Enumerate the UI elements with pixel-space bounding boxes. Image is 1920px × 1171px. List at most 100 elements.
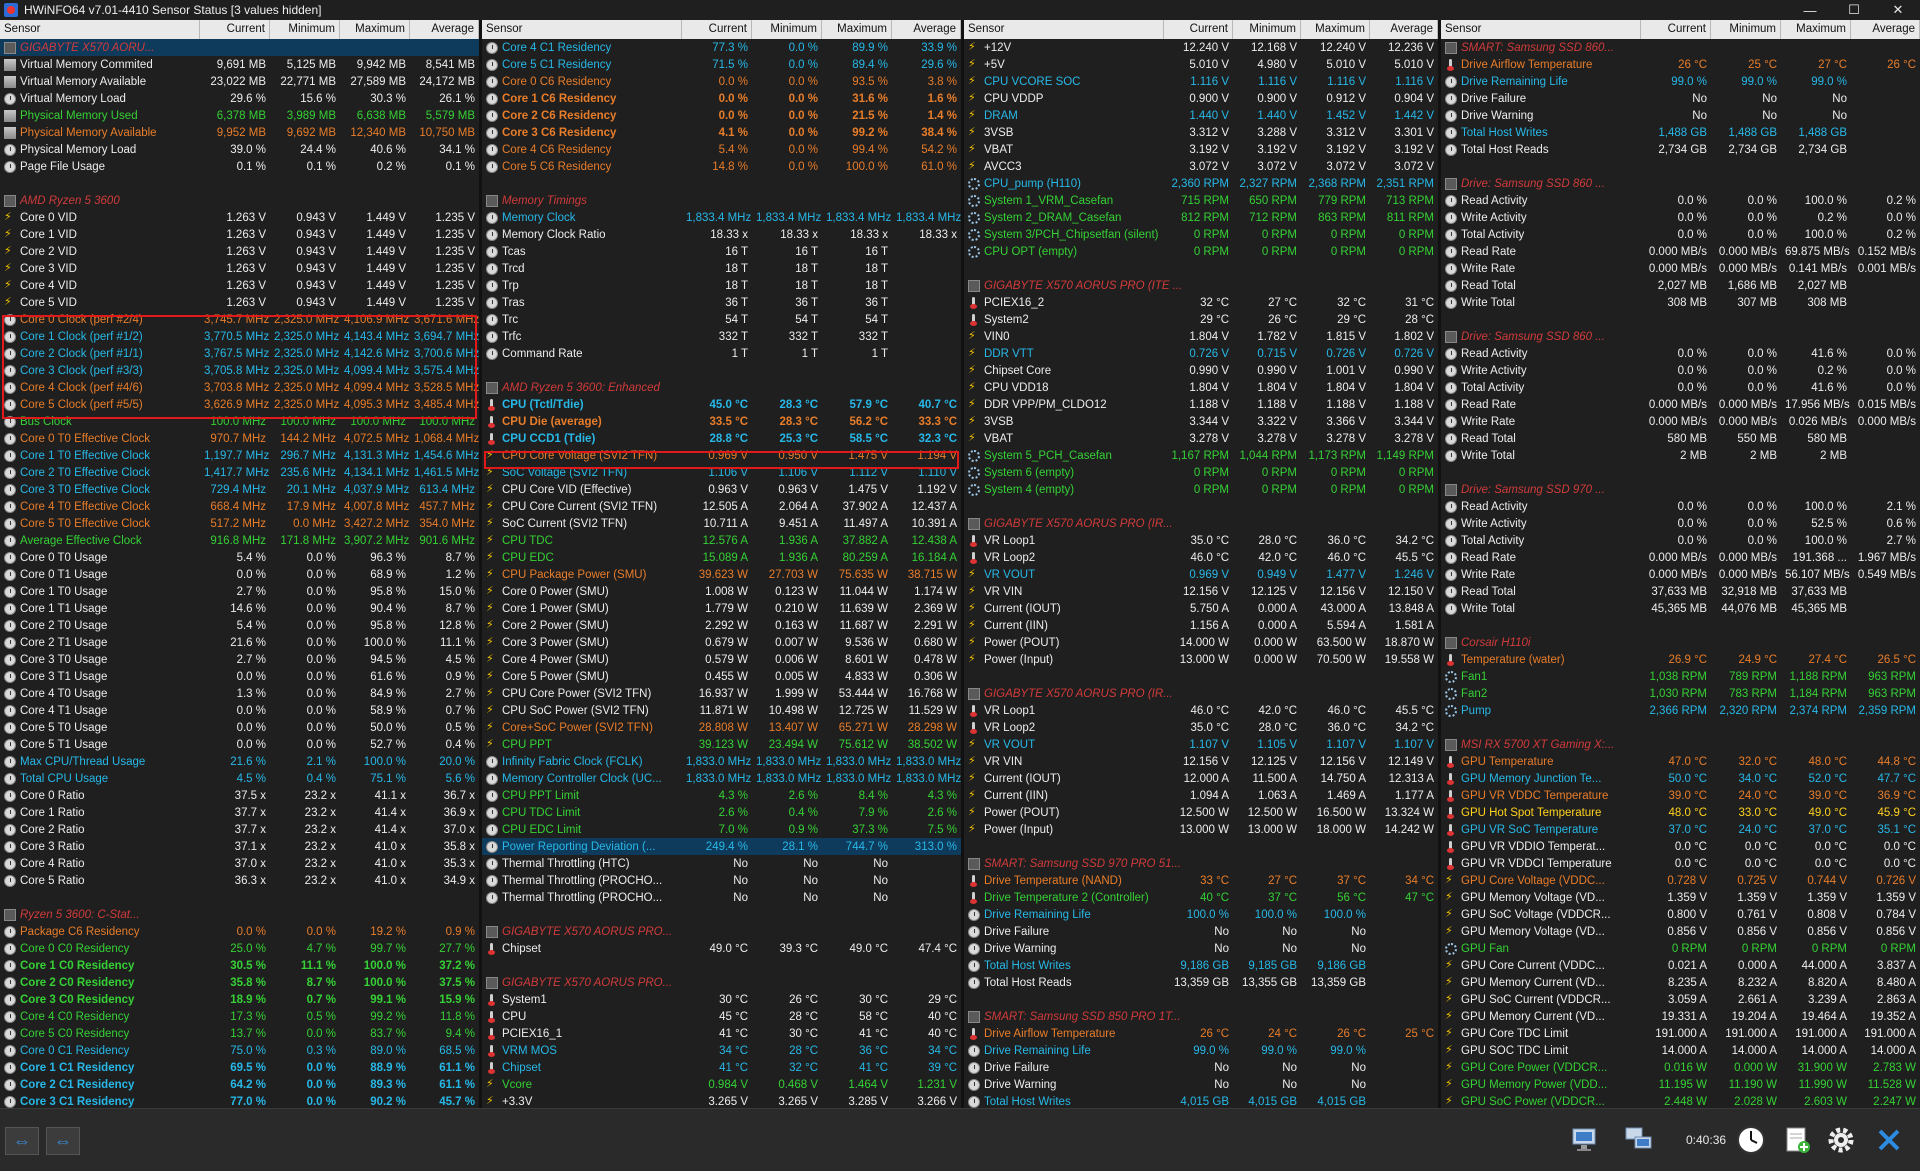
sensor-row[interactable]: System 6 (empty) 0 RPM 0 RPM 0 RPM 0 RPM bbox=[964, 464, 1438, 481]
header-maximum[interactable]: Maximum bbox=[340, 20, 410, 39]
sensor-row[interactable]: Core 4 Ratio 37.0 x 23.2 x 41.0 x 35.3 x bbox=[0, 855, 479, 872]
sensor-row[interactable]: Core 1 Ratio 37.7 x 23.2 x 41.4 x 36.9 x bbox=[0, 804, 479, 821]
sensor-row[interactable]: Power Reporting Deviation (... 249.4 % 28.… bbox=[482, 838, 961, 855]
sensor-row[interactable]: Core 3 C6 Residency 4.1 % 0.0 % 99.2 % 38.4 … bbox=[482, 124, 961, 141]
sensor-row[interactable]: CPU Package Power (SMU)39.623 W27.703 W7… bbox=[482, 566, 961, 583]
sensor-row[interactable]: Core 0 C6 Residency 0.0 % 0.0 % 93.5 % 3.8 % bbox=[482, 73, 961, 90]
clock-button[interactable] bbox=[1733, 1123, 1769, 1157]
sensor-row[interactable]: CPU 45 °C 28 °C 58 °C 40 °C bbox=[482, 1008, 961, 1025]
sensor-row[interactable]: 3VSB3.312 V3.288 V3.312 V3.301 V bbox=[964, 124, 1438, 141]
sensor-row[interactable]: GPU Memory Voltage (VD...1.359 V1.359 V1… bbox=[1441, 889, 1920, 906]
sensor-row[interactable]: +12V12.240 V12.168 V12.240 V12.236 V bbox=[964, 39, 1438, 56]
sensor-row[interactable]: Drive Temperature 2 (Controller) 40 °C 37 … bbox=[964, 889, 1438, 906]
header-minimum[interactable]: Minimum bbox=[752, 20, 822, 39]
sensor-row[interactable]: Core 3 C0 Residency 18.9 % 0.7 % 99.1 % 15.9… bbox=[0, 991, 479, 1008]
sensor-row[interactable]: System 1_VRM_Casefan 715 RPM 650 RPM 779 RP… bbox=[964, 192, 1438, 209]
sensor-row[interactable]: Core 4 VID1.263 V0.943 V1.449 V1.235 V bbox=[0, 277, 479, 294]
sensor-row[interactable]: Write Activity 0.0 % 0.0 % 0.2 % 0.0 % bbox=[1441, 362, 1920, 379]
minimize-button[interactable]: — bbox=[1788, 0, 1832, 20]
sensor-row[interactable]: GPU SoC Power (VDDCR...2.448 W2.028 W2.6… bbox=[1441, 1093, 1920, 1108]
sensor-row[interactable]: Core 2 T0 Effective Clock 1,417.7 MHz 235.… bbox=[0, 464, 479, 481]
sensor-row[interactable]: Core 3 VID1.263 V0.943 V1.449 V1.235 V bbox=[0, 260, 479, 277]
sensor-group-header[interactable]: GIGABYTE X570 AORUS PRO... bbox=[482, 923, 961, 940]
sensor-row[interactable]: Core 0 VID1.263 V0.943 V1.449 V1.235 V bbox=[0, 209, 479, 226]
sensor-row[interactable]: Drive Warning No No No bbox=[964, 940, 1438, 957]
sensor-row[interactable]: GPU Core Power (VDDCR...0.016 W0.000 W31… bbox=[1441, 1059, 1920, 1076]
sensor-row[interactable]: Core 5 Clock (perf #5/5) 3,626.9 MHz 2,325… bbox=[0, 396, 479, 413]
sensor-row[interactable]: VBAT3.278 V3.278 V3.278 V3.278 V bbox=[964, 430, 1438, 447]
sensor-row[interactable]: AVCC33.072 V3.072 V3.072 V3.072 V bbox=[964, 158, 1438, 175]
sensor-row[interactable]: Drive Failure No No No bbox=[1441, 90, 1920, 107]
sensor-row[interactable]: Total Activity 0.0 % 0.0 % 41.6 % 0.0 % bbox=[1441, 379, 1920, 396]
close-button[interactable]: ✕ bbox=[1876, 0, 1920, 20]
sensor-row[interactable]: Core 4 T0 Usage 1.3 % 0.0 % 84.9 % 2.7 % bbox=[0, 685, 479, 702]
sensor-row[interactable]: Core 1 VID1.263 V0.943 V1.449 V1.235 V bbox=[0, 226, 479, 243]
sensor-row[interactable]: VIN01.804 V1.782 V1.815 V1.802 V bbox=[964, 328, 1438, 345]
sensor-row[interactable]: Thermal Throttling (PROCHO... No No No bbox=[482, 889, 961, 906]
sensor-group-header[interactable]: AMD Ryzen 5 3600 bbox=[0, 192, 479, 209]
sensor-row[interactable]: Power (POUT)12.500 W12.500 W16.500 W13.3… bbox=[964, 804, 1438, 821]
sensor-group-header[interactable]: GIGABYTE X570 AORUS PRO (IR... bbox=[964, 685, 1438, 702]
sensor-row[interactable]: Core 3 T1 Usage 0.0 % 0.0 % 61.6 % 0.9 % bbox=[0, 668, 479, 685]
sensor-group-header[interactable]: SMART: Samsung SSD 860... bbox=[1441, 39, 1920, 56]
sensor-group-header[interactable]: Drive: Samsung SSD 860 ... bbox=[1441, 175, 1920, 192]
sensor-row[interactable]: Core 4 Power (SMU)0.579 W0.006 W8.601 W0… bbox=[482, 651, 961, 668]
header-current[interactable]: Current bbox=[1164, 20, 1233, 39]
sensor-row[interactable]: Total Activity 0.0 % 0.0 % 100.0 % 2.7 % bbox=[1441, 532, 1920, 549]
sensor-row[interactable]: Memory Clock 1,833.4 MHz 1,833.4 MHz 1,833.… bbox=[482, 209, 961, 226]
sensor-row[interactable]: Trfc 332 T 332 T 332 T bbox=[482, 328, 961, 345]
sensor-row[interactable]: Core 1 T0 Usage 2.7 % 0.0 % 95.8 % 15.0 % bbox=[0, 583, 479, 600]
sensor-row[interactable]: System 4 (empty) 0 RPM 0 RPM 0 RPM 0 RPM bbox=[964, 481, 1438, 498]
sensor-row[interactable]: DDR VPP/PM_CLDO121.188 V1.188 V1.188 V1.… bbox=[964, 396, 1438, 413]
sensor-row[interactable]: Write Rate 0.000 MB/s 0.000 MB/s 0.026 MB/s… bbox=[1441, 413, 1920, 430]
sensor-panel-1[interactable]: Sensor Current Minimum Maximum Average GIGABY… bbox=[0, 20, 479, 1108]
sensor-row[interactable]: Virtual Memory Available 23,022 MB 22,771 … bbox=[0, 73, 479, 90]
sensor-row[interactable]: Drive Warning No No No bbox=[1441, 107, 1920, 124]
sensor-group-header[interactable]: AMD Ryzen 5 3600: Enhanced bbox=[482, 379, 961, 396]
sensor-group-header[interactable]: Drive: Samsung SSD 970 ... bbox=[1441, 481, 1920, 498]
sensor-row[interactable]: Current (IOUT)5.750 A0.000 A43.000 A13.8… bbox=[964, 600, 1438, 617]
sensor-row[interactable]: Power (POUT)14.000 W0.000 W63.500 W18.87… bbox=[964, 634, 1438, 651]
sensor-row[interactable]: Core 1 C6 Residency 0.0 % 0.0 % 31.6 % 1.6 % bbox=[482, 90, 961, 107]
sensor-row[interactable]: Drive Failure No No No bbox=[964, 923, 1438, 940]
sensor-row[interactable]: Total Host Reads 13,359 GB 13,355 GB 13,359… bbox=[964, 974, 1438, 991]
sensor-row[interactable]: VR VIN12.156 V12.125 V12.156 V12.149 V bbox=[964, 753, 1438, 770]
sensor-row[interactable]: Drive Remaining Life 100.0 % 100.0 % 100.0 … bbox=[964, 906, 1438, 923]
sensor-row[interactable]: Core 2 C6 Residency 0.0 % 0.0 % 21.5 % 1.4 % bbox=[482, 107, 961, 124]
nav-left-button[interactable]: ⇔ bbox=[5, 1127, 39, 1155]
sensor-row[interactable]: PCIEX16_1 41 °C 30 °C 41 °C 40 °C bbox=[482, 1025, 961, 1042]
maximize-button[interactable]: ☐ bbox=[1832, 0, 1876, 20]
sensor-row[interactable]: VR VOUT0.969 V0.949 V1.477 V1.246 V bbox=[964, 566, 1438, 583]
sensor-row[interactable]: Drive Airflow Temperature 26 °C 24 °C 26 °C… bbox=[964, 1025, 1438, 1042]
sensor-group-header[interactable]: SMART: Samsung SSD 850 PRO 1T... bbox=[964, 1008, 1438, 1025]
sensor-row[interactable]: Memory Clock Ratio 18.33 x 18.33 x 18.33 x1… bbox=[482, 226, 961, 243]
sensor-row[interactable]: Physical Memory Available 9,952 MB 9,692 M… bbox=[0, 124, 479, 141]
sensor-row[interactable]: Drive Warning No No No bbox=[964, 1076, 1438, 1093]
sensor-row[interactable]: Total Host Writes 1,488 GB 1,488 GB 1,488 G… bbox=[1441, 124, 1920, 141]
sensor-row[interactable]: Core 5 VID1.263 V0.943 V1.449 V1.235 V bbox=[0, 294, 479, 311]
header-maximum[interactable]: Maximum bbox=[822, 20, 892, 39]
sensor-group-header[interactable]: Drive: Samsung SSD 860 ... bbox=[1441, 328, 1920, 345]
sensor-row[interactable]: Core 2 T0 Usage 5.4 % 0.0 % 95.8 % 12.8 % bbox=[0, 617, 479, 634]
sensor-row[interactable]: Bus Clock 100.0 MHz 100.0 MHz 100.0 MHz 100.… bbox=[0, 413, 479, 430]
sensor-row[interactable]: DRAM1.440 V1.440 V1.452 V1.442 V bbox=[964, 107, 1438, 124]
sensor-row[interactable]: CPU TDC12.576 A1.936 A37.882 A12.438 A bbox=[482, 532, 961, 549]
header-average[interactable]: Average bbox=[1851, 20, 1920, 39]
header-average[interactable]: Average bbox=[892, 20, 961, 39]
sensor-row[interactable]: Core 1 T0 Effective Clock 1,197.7 MHz 296.… bbox=[0, 447, 479, 464]
sensor-row[interactable]: Core 3 C1 Residency 77.0 % 0.0 % 90.2 % 45.7… bbox=[0, 1093, 479, 1108]
sensor-row[interactable]: CPU EDC Limit 7.0 % 0.9 % 37.3 % 7.5 % bbox=[482, 821, 961, 838]
header-average[interactable]: Average bbox=[410, 20, 479, 39]
sensor-row[interactable]: Drive Temperature (NAND) 33 °C 27 °C 37 °C 3… bbox=[964, 872, 1438, 889]
sensor-row[interactable]: GPU Hot Spot Temperature 48.0 °C 33.0 °C 49… bbox=[1441, 804, 1920, 821]
sensor-row[interactable]: Chipset 49.0 °C 39.3 °C 49.0 °C 47.4 °C bbox=[482, 940, 961, 957]
header-sensor[interactable]: Sensor bbox=[964, 20, 1164, 39]
sensor-row[interactable]: GPU Memory Voltage (VD...0.856 V0.856 V0… bbox=[1441, 923, 1920, 940]
report-button[interactable] bbox=[1621, 1123, 1657, 1157]
sensor-row[interactable]: Chipset Core0.990 V0.990 V1.001 V0.990 V bbox=[964, 362, 1438, 379]
sensor-panel-3[interactable]: SensorCurrentMinimumMaximumAverage+12V12… bbox=[964, 20, 1438, 1108]
sensor-group-header[interactable]: GIGABYTE X570 AORUS PRO (ITE ... bbox=[964, 277, 1438, 294]
sensor-row[interactable]: GPU Memory Power (VDD...11.195 W11.190 W… bbox=[1441, 1076, 1920, 1093]
header-sensor[interactable]: Sensor bbox=[482, 20, 682, 39]
sensor-row[interactable]: Core 0 T0 Usage 5.4 % 0.0 % 96.3 % 8.7 % bbox=[0, 549, 479, 566]
